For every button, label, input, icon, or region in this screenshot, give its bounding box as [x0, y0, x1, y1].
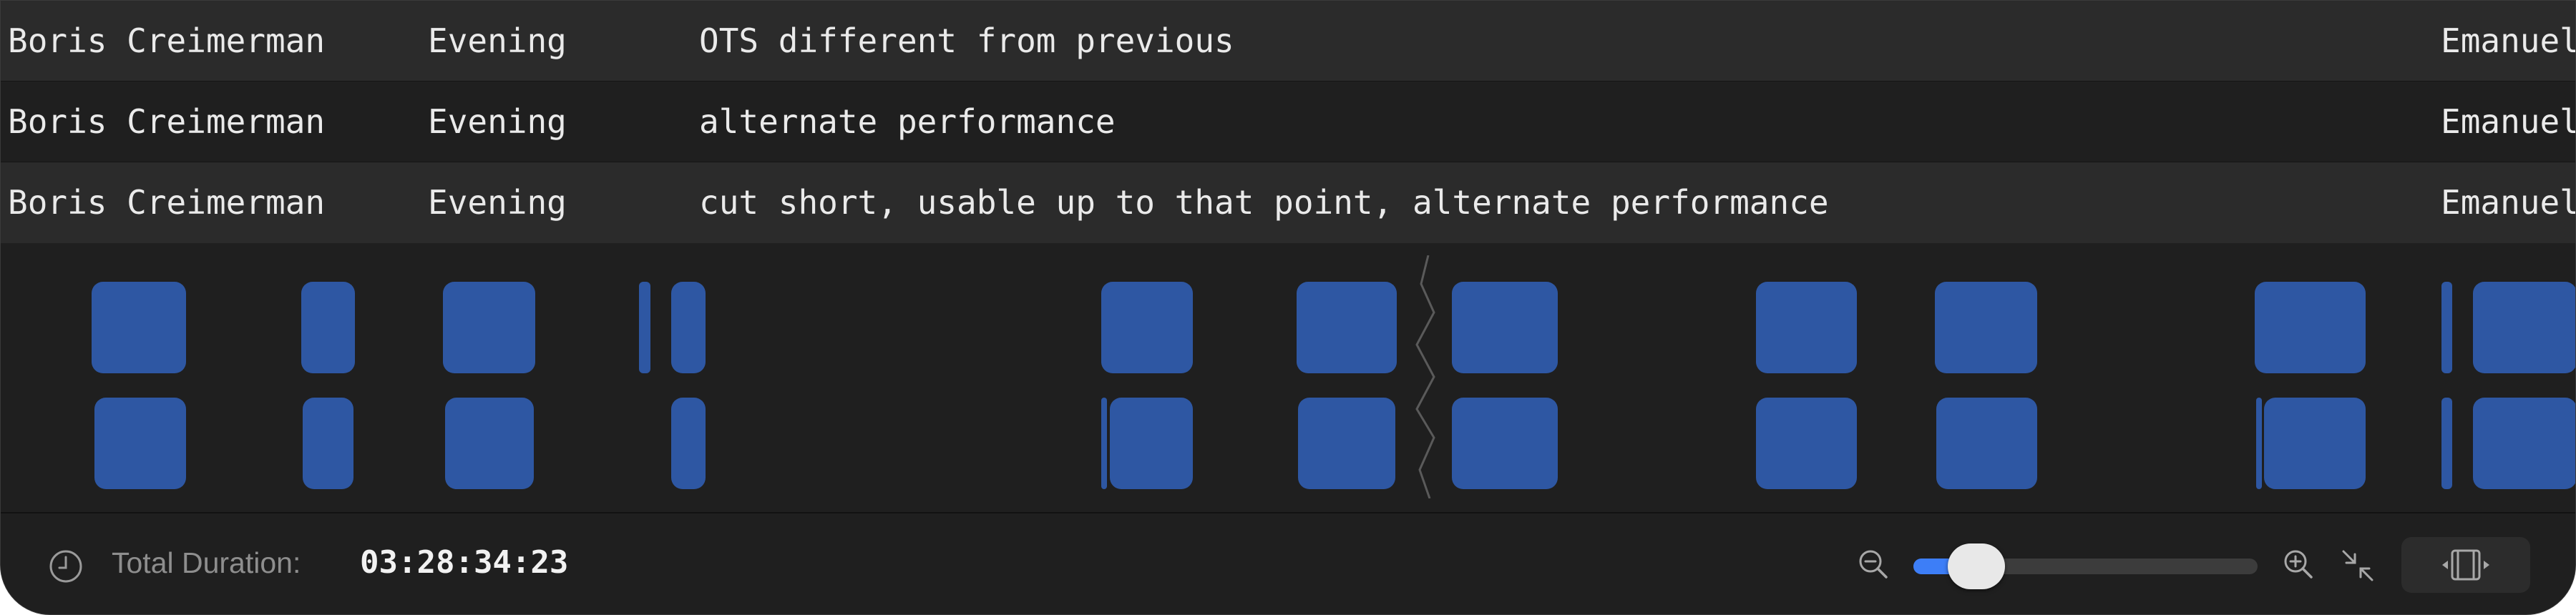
- timeline-clip[interactable]: [92, 282, 186, 373]
- timeline-clip[interactable]: [443, 282, 535, 373]
- timeline-clip[interactable]: [1101, 398, 1107, 489]
- timeline-clip[interactable]: [671, 282, 706, 373]
- name-cell: Boris Creimerman: [8, 183, 326, 222]
- timeline-clip[interactable]: [639, 282, 650, 373]
- timeline-clip[interactable]: [1935, 282, 2037, 373]
- person-cell: Emanuel: [2441, 102, 2576, 141]
- timeline-clip[interactable]: [2255, 282, 2366, 373]
- timeline-clip[interactable]: [1110, 398, 1193, 489]
- timeline-clip[interactable]: [2473, 398, 2575, 489]
- filmstrip-view-button[interactable]: [2401, 537, 2530, 593]
- time-of-day-cell: Evening: [428, 102, 567, 141]
- timeline-clip[interactable]: [2441, 398, 2452, 489]
- timeline-track-area[interactable]: [1, 244, 2575, 512]
- timeline-clip[interactable]: [1756, 282, 1857, 373]
- zoom-out-icon[interactable]: [1858, 548, 1889, 580]
- zoom-in-icon[interactable]: [2283, 548, 2314, 580]
- name-cell: Boris Creimerman: [8, 21, 326, 60]
- fit-to-window-icon[interactable]: [2341, 548, 2375, 583]
- timeline-clip[interactable]: [1452, 398, 1558, 489]
- timeline-clip[interactable]: [1756, 398, 1857, 489]
- timeline-clip[interactable]: [2256, 398, 2262, 489]
- zoom-slider-knob[interactable]: [1948, 543, 2006, 589]
- clip-notes-table: Boris Creimerman Evening OTS different f…: [1, 1, 2575, 243]
- time-of-day-cell: Evening: [428, 183, 567, 222]
- timeline-clip[interactable]: [1452, 282, 1558, 373]
- timeline-clip[interactable]: [303, 398, 353, 489]
- timeline-clip[interactable]: [1297, 282, 1397, 373]
- zoom-slider[interactable]: [1913, 543, 2258, 589]
- filmstrip-icon: [2442, 549, 2489, 581]
- timeline-footer: Total Duration: 03:28:34:23: [1, 513, 2575, 614]
- timeline-clip[interactable]: [671, 398, 706, 489]
- timeline-clip[interactable]: [2264, 398, 2366, 489]
- person-cell: Emanuel: [2441, 21, 2576, 60]
- person-cell: Emanuel: [2441, 183, 2576, 222]
- table-row[interactable]: Boris Creimerman Evening OTS different f…: [1, 1, 2575, 82]
- timeline-clip[interactable]: [2441, 282, 2452, 373]
- timeline-window: Boris Creimerman Evening OTS different f…: [0, 0, 2576, 615]
- clock-icon: [49, 550, 82, 583]
- note-cell: cut short, usable up to that point, alte…: [699, 183, 1829, 222]
- timeline-clip[interactable]: [1936, 398, 2037, 489]
- total-duration-value: 03:28:34:23: [360, 544, 569, 581]
- timeline-clip[interactable]: [1298, 398, 1395, 489]
- total-duration-label: Total Duration:: [112, 546, 301, 579]
- name-cell: Boris Creimerman: [8, 102, 326, 141]
- edit-cut-marker: [1415, 255, 1435, 498]
- timeline-clip[interactable]: [301, 282, 355, 373]
- time-of-day-cell: Evening: [428, 21, 567, 60]
- table-row[interactable]: Boris Creimerman Evening cut short, usab…: [1, 162, 2575, 243]
- timeline-clip[interactable]: [2473, 282, 2575, 373]
- timeline-clip[interactable]: [1101, 282, 1193, 373]
- table-row[interactable]: Boris Creimerman Evening alternate perfo…: [1, 82, 2575, 162]
- timeline-clip[interactable]: [94, 398, 186, 489]
- note-cell: OTS different from previous: [699, 21, 1234, 60]
- timeline-clip[interactable]: [445, 398, 534, 489]
- note-cell: alternate performance: [699, 102, 1116, 141]
